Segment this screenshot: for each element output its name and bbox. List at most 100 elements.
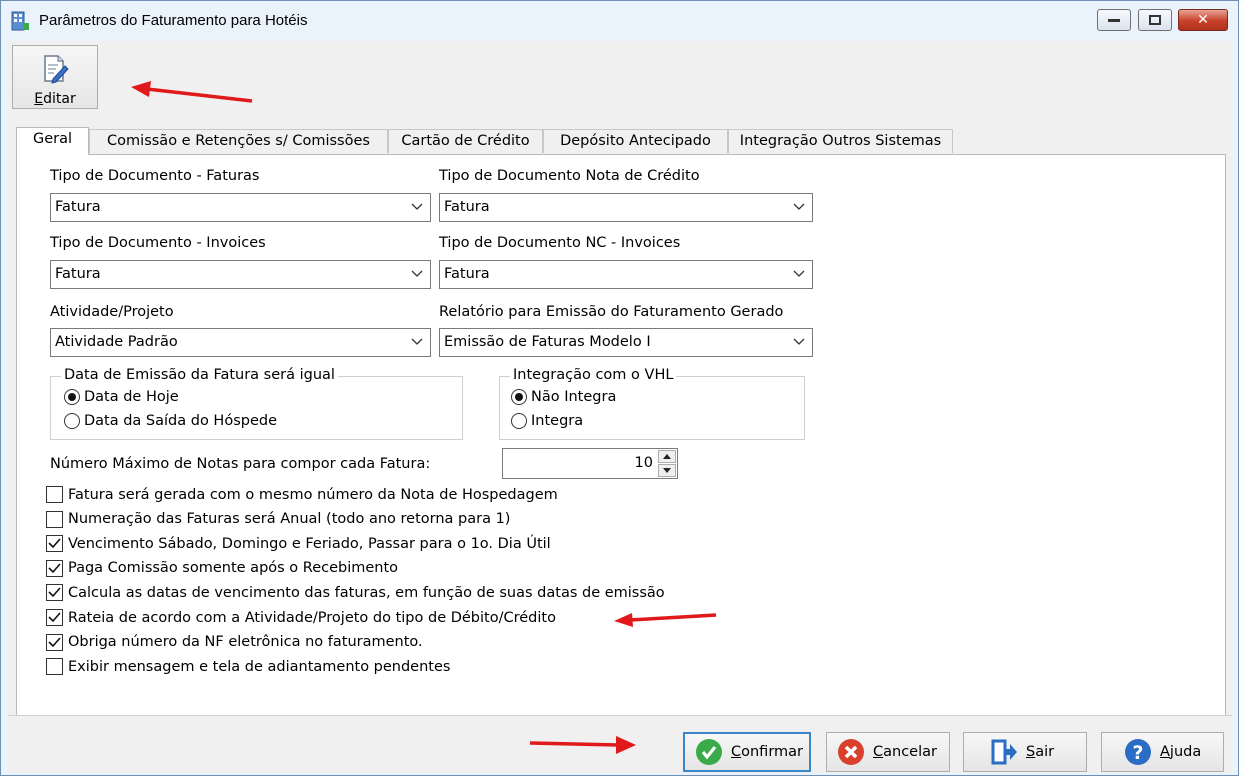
option-checkbox-label: Exibir mensagem e tela de adiantamento p… [68,658,451,675]
option-checkbox-label: Calcula as datas de vencimento das fatur… [68,584,665,601]
help-button[interactable]: ? Ajuda [1101,732,1224,772]
bottom-button-bar: Confirmar Cancelar Sair ? Ajuda [8,715,1232,773]
radio-data-hoje-label: Data de Hoje [84,389,179,405]
tab-panel-geral: Tipo de Documento - Faturas Fatura Tipo … [16,154,1226,752]
cancel-button-label: Cancelar [873,744,937,760]
window-client-area: Editar Geral Comissão e Retenções s/ Com… [8,41,1232,773]
radio-indicator [511,413,527,429]
option-checkbox[interactable]: Vencimento Sábado, Domingo e Feriado, Pa… [46,535,551,553]
option-checkbox-label: Obriga número da NF eletrônica no fatura… [68,634,423,651]
app-icon [11,11,29,31]
radio-nao-integra[interactable]: Não Integra [511,389,616,405]
tab-geral[interactable]: Geral [16,127,89,155]
chevron-down-icon [793,203,805,210]
radio-indicator [64,389,80,405]
option-checkbox[interactable]: Numeração das Faturas será Anual (todo a… [46,510,511,528]
tab-cartao-credito[interactable]: Cartão de Crédito [388,129,543,153]
tipo-doc-nc-invoices-label: Tipo de Documento NC - Invoices [439,235,681,251]
cancel-button[interactable]: Cancelar [826,732,950,772]
checkbox-unchecked [46,658,63,676]
close-button[interactable]: ✕ [1178,9,1228,31]
spin-down-button[interactable] [658,464,676,477]
option-checkbox[interactable]: Obriga número da NF eletrônica no fatura… [46,633,423,651]
checkbox-checked [46,559,63,577]
triangle-up-icon [663,454,671,459]
max-notas-spinner[interactable]: 10 [502,448,678,479]
radio-indicator [511,389,527,405]
max-notas-label: Número Máximo de Notas para compor cada … [50,456,431,472]
option-checkbox[interactable]: Fatura será gerada com o mesmo número da… [46,486,558,503]
chevron-down-icon [411,338,423,345]
radio-integra[interactable]: Integra [511,413,583,429]
tab-deposito-antecipado[interactable]: Depósito Antecipado [543,129,728,153]
tipo-doc-faturas-select[interactable]: Fatura [50,193,431,222]
edit-button[interactable]: Editar [12,45,98,109]
option-checkbox[interactable]: Rateia de acordo com a Atividade/Projeto… [46,609,556,626]
atividade-projeto-label: Atividade/Projeto [50,304,174,320]
option-checkbox-label: Numeração das Faturas será Anual (todo a… [68,511,511,528]
chevron-down-icon [793,270,805,277]
option-checkbox-label: Paga Comissão somente após o Recebimento [68,560,399,577]
atividade-projeto-select[interactable]: Atividade Padrão [50,328,431,357]
tab-integracao[interactable]: Integração Outros Sistemas [728,129,953,153]
relatorio-emissao-label: Relatório para Emissão do Faturamento Ge… [439,304,784,320]
relatorio-emissao-value: Emissão de Faturas Modelo I [444,334,651,350]
vhl-group-title: Integração com o VHL [510,367,677,383]
exit-button-label: Sair [1026,744,1055,760]
chevron-down-icon [411,270,423,277]
minimize-button[interactable] [1097,9,1131,31]
confirm-button[interactable]: Confirmar [683,732,811,772]
tipo-doc-invoices-value: Fatura [55,266,101,282]
checkmark-icon [48,587,61,598]
chevron-down-icon [793,338,805,345]
radio-data-saida-label: Data da Saída do Hóspede [84,413,278,429]
annotation-arrow [131,81,253,103]
option-checkbox-label: Rateia de acordo com a Atividade/Projeto… [68,609,556,626]
data-emissao-group-title: Data de Emissão da Fatura será igual [61,367,338,383]
chevron-down-icon [411,203,423,210]
spin-up-button[interactable] [658,450,676,463]
tipo-doc-faturas-label: Tipo de Documento - Faturas [50,168,260,184]
help-button-label: Ajuda [1160,744,1202,760]
triangle-down-icon [663,468,671,473]
checkbox-checked [46,584,63,602]
tipo-doc-faturas-value: Fatura [55,199,101,215]
annotation-arrow [614,613,717,627]
checkbox-checked [46,535,63,553]
tipo-doc-nota-credito-select[interactable]: Fatura [439,193,813,222]
exit-button[interactable]: Sair [963,732,1087,772]
maximize-icon [1149,15,1161,25]
edit-button-label: Editar [34,91,76,107]
checkmark-icon [48,612,61,623]
option-checkbox-label: Fatura será gerada com o mesmo número da… [68,486,558,503]
radio-indicator [64,413,80,429]
tipo-doc-nc-invoices-value: Fatura [444,266,490,282]
relatorio-emissao-select[interactable]: Emissão de Faturas Modelo I [439,328,813,357]
close-icon: ✕ [1197,12,1209,28]
radio-data-hoje[interactable]: Data de Hoje [64,389,179,405]
check-circle-icon [696,739,722,765]
checkmark-icon [48,538,61,549]
option-checkbox[interactable]: Calcula as datas de vencimento das fatur… [46,584,665,602]
tipo-doc-nota-credito-label: Tipo de Documento Nota de Crédito [439,168,700,184]
app-window: Parâmetros do Faturamento para Hotéis ✕ … [0,0,1239,776]
radio-integra-label: Integra [531,413,584,429]
data-emissao-group: Data de Emissão da Fatura será igual Dat… [50,367,463,440]
confirm-button-label: Confirmar [731,744,803,760]
tipo-doc-invoices-label: Tipo de Documento - Invoices [50,235,266,251]
help-circle-icon: ? [1125,739,1151,765]
radio-data-saida[interactable]: Data da Saída do Hóspede [64,413,277,429]
tipo-doc-nc-invoices-select[interactable]: Fatura [439,260,813,289]
option-checkbox[interactable]: Exibir mensagem e tela de adiantamento p… [46,658,451,676]
minimize-icon [1108,19,1120,22]
maximize-button[interactable] [1138,9,1172,31]
tipo-doc-nota-credito-value: Fatura [444,199,490,215]
annotation-arrow [529,736,636,754]
checkmark-icon [48,563,61,573]
tipo-doc-invoices-select[interactable]: Fatura [50,260,431,289]
vhl-group: Integração com o VHL Não Integra Integra [499,367,805,440]
atividade-projeto-value: Atividade Padrão [55,334,178,350]
title-bar: Parâmetros do Faturamento para Hotéis ✕ [1,1,1238,41]
tab-comissao[interactable]: Comissão e Retenções s/ Comissões [89,129,388,153]
option-checkbox[interactable]: Paga Comissão somente após o Recebimento [46,559,399,577]
